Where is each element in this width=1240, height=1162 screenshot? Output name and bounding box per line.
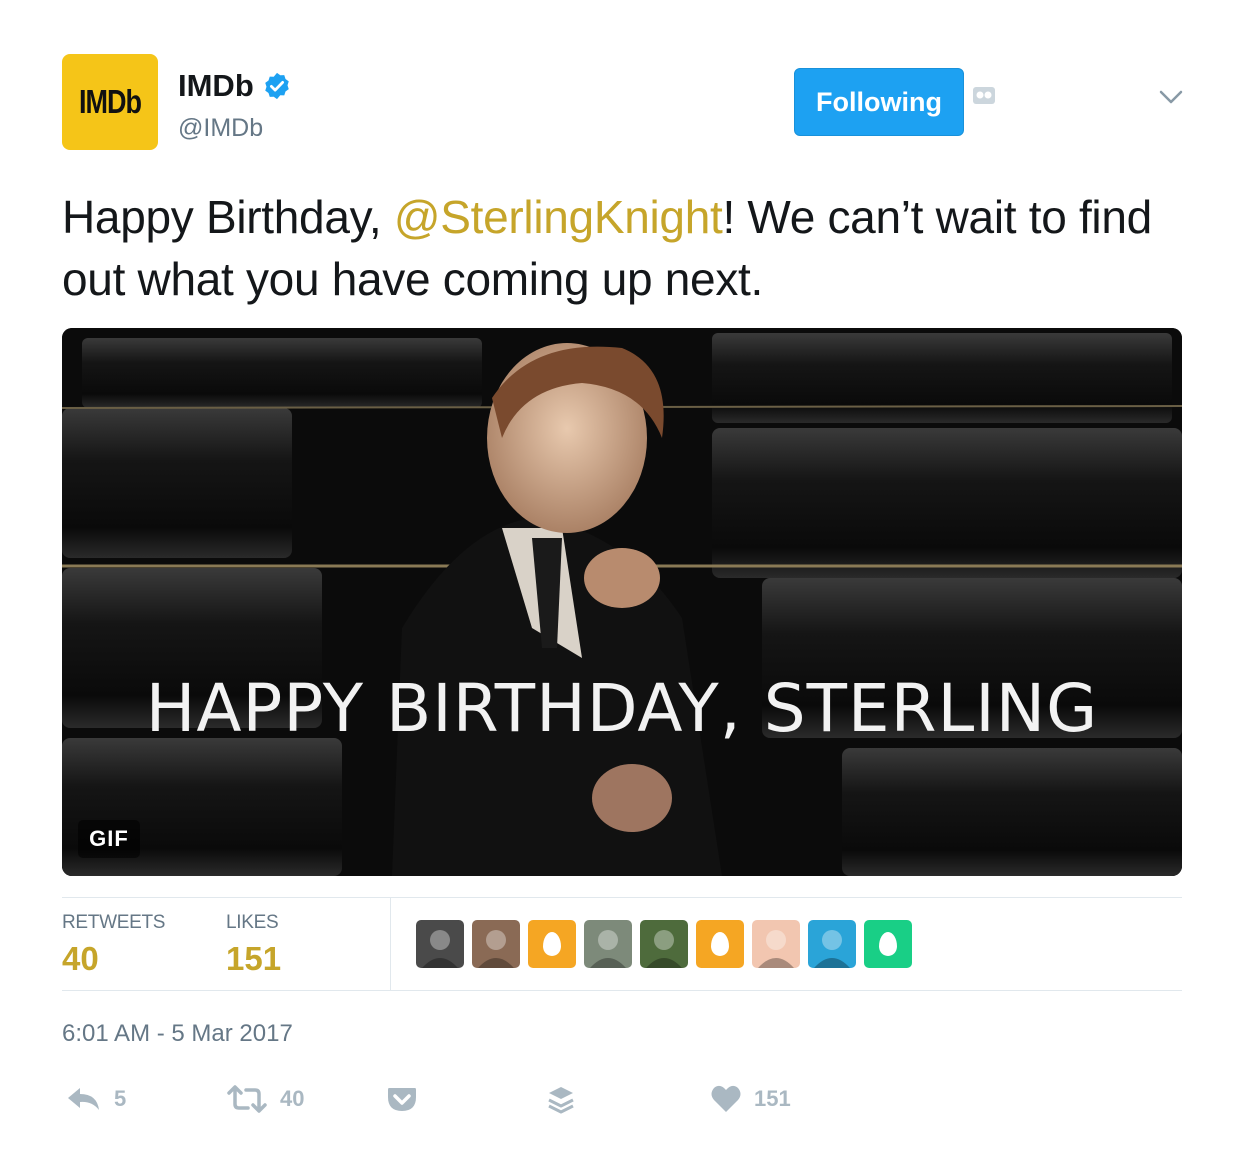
likes-label: LIKES	[226, 912, 279, 933]
verified-badge-icon	[265, 72, 289, 100]
stats-vertical-divider	[390, 897, 391, 990]
reply-action[interactable]: 5	[66, 1084, 126, 1114]
liker-avatar[interactable]	[584, 920, 632, 968]
gif-caption: HAPPY BIRTHDAY, STERLING	[145, 670, 1099, 747]
extension-icon[interactable]	[972, 84, 996, 106]
display-name[interactable]: IMDb	[178, 68, 254, 104]
retweet-icon	[227, 1085, 267, 1113]
liker-avatar[interactable]	[808, 920, 856, 968]
tweet-timestamp[interactable]: 6:01 AM - 5 Mar 2017	[62, 1020, 293, 1048]
liker-avatar[interactable]	[416, 920, 464, 968]
stats-top-divider	[62, 897, 1182, 898]
reply-icon	[68, 1088, 99, 1110]
mention-link[interactable]: @SterlingKnight	[394, 191, 723, 243]
likes-count: 151	[226, 940, 282, 977]
liker-avatar[interactable]	[640, 920, 688, 968]
liker-avatar[interactable]	[864, 920, 912, 968]
retweet-count: 40	[280, 1086, 305, 1111]
display-name-row[interactable]: IMDb	[178, 68, 292, 104]
like-action[interactable]: 151	[710, 1084, 791, 1114]
liker-avatar[interactable]	[696, 920, 744, 968]
pocket-action[interactable]	[386, 1084, 418, 1114]
retweet-action[interactable]: 40	[226, 1084, 304, 1114]
tweet-text: Happy Birthday, @SterlingKnight! We can’…	[62, 186, 1192, 310]
retweets-count: 40	[62, 940, 99, 977]
pocket-icon	[388, 1088, 416, 1111]
likes-stat[interactable]: LIKES 151	[226, 912, 281, 978]
account-name-block[interactable]: IMDb @IMDb	[178, 68, 292, 143]
liker-avatar[interactable]	[752, 920, 800, 968]
retweets-label: RETWEETS	[62, 912, 166, 933]
gif-frame-image	[62, 328, 1182, 876]
gif-media[interactable]: HAPPY BIRTHDAY, STERLING	[62, 328, 1182, 876]
layers-icon	[548, 1087, 574, 1114]
retweets-stat[interactable]: RETWEETS 40	[62, 912, 165, 978]
tweet-actions: 5 40 151	[0, 1084, 1240, 1120]
liker-avatar[interactable]	[472, 920, 520, 968]
like-count: 151	[754, 1086, 791, 1111]
gif-badge: GIF	[78, 820, 140, 858]
reply-count: 5	[114, 1086, 127, 1111]
imdb-avatar[interactable]: IMDb	[62, 54, 158, 150]
liker-avatar[interactable]	[528, 920, 576, 968]
avatar-logo-text: IMDb	[79, 82, 142, 121]
heart-icon	[711, 1085, 741, 1112]
following-button[interactable]: Following	[794, 68, 964, 136]
tweet-text-start: Happy Birthday,	[62, 191, 394, 243]
stats-bottom-divider	[62, 990, 1182, 991]
liker-avatars	[416, 920, 912, 968]
chevron-down-icon[interactable]	[1158, 88, 1184, 106]
buffer-action[interactable]	[546, 1084, 576, 1116]
account-handle[interactable]: @IMDb	[178, 114, 292, 143]
